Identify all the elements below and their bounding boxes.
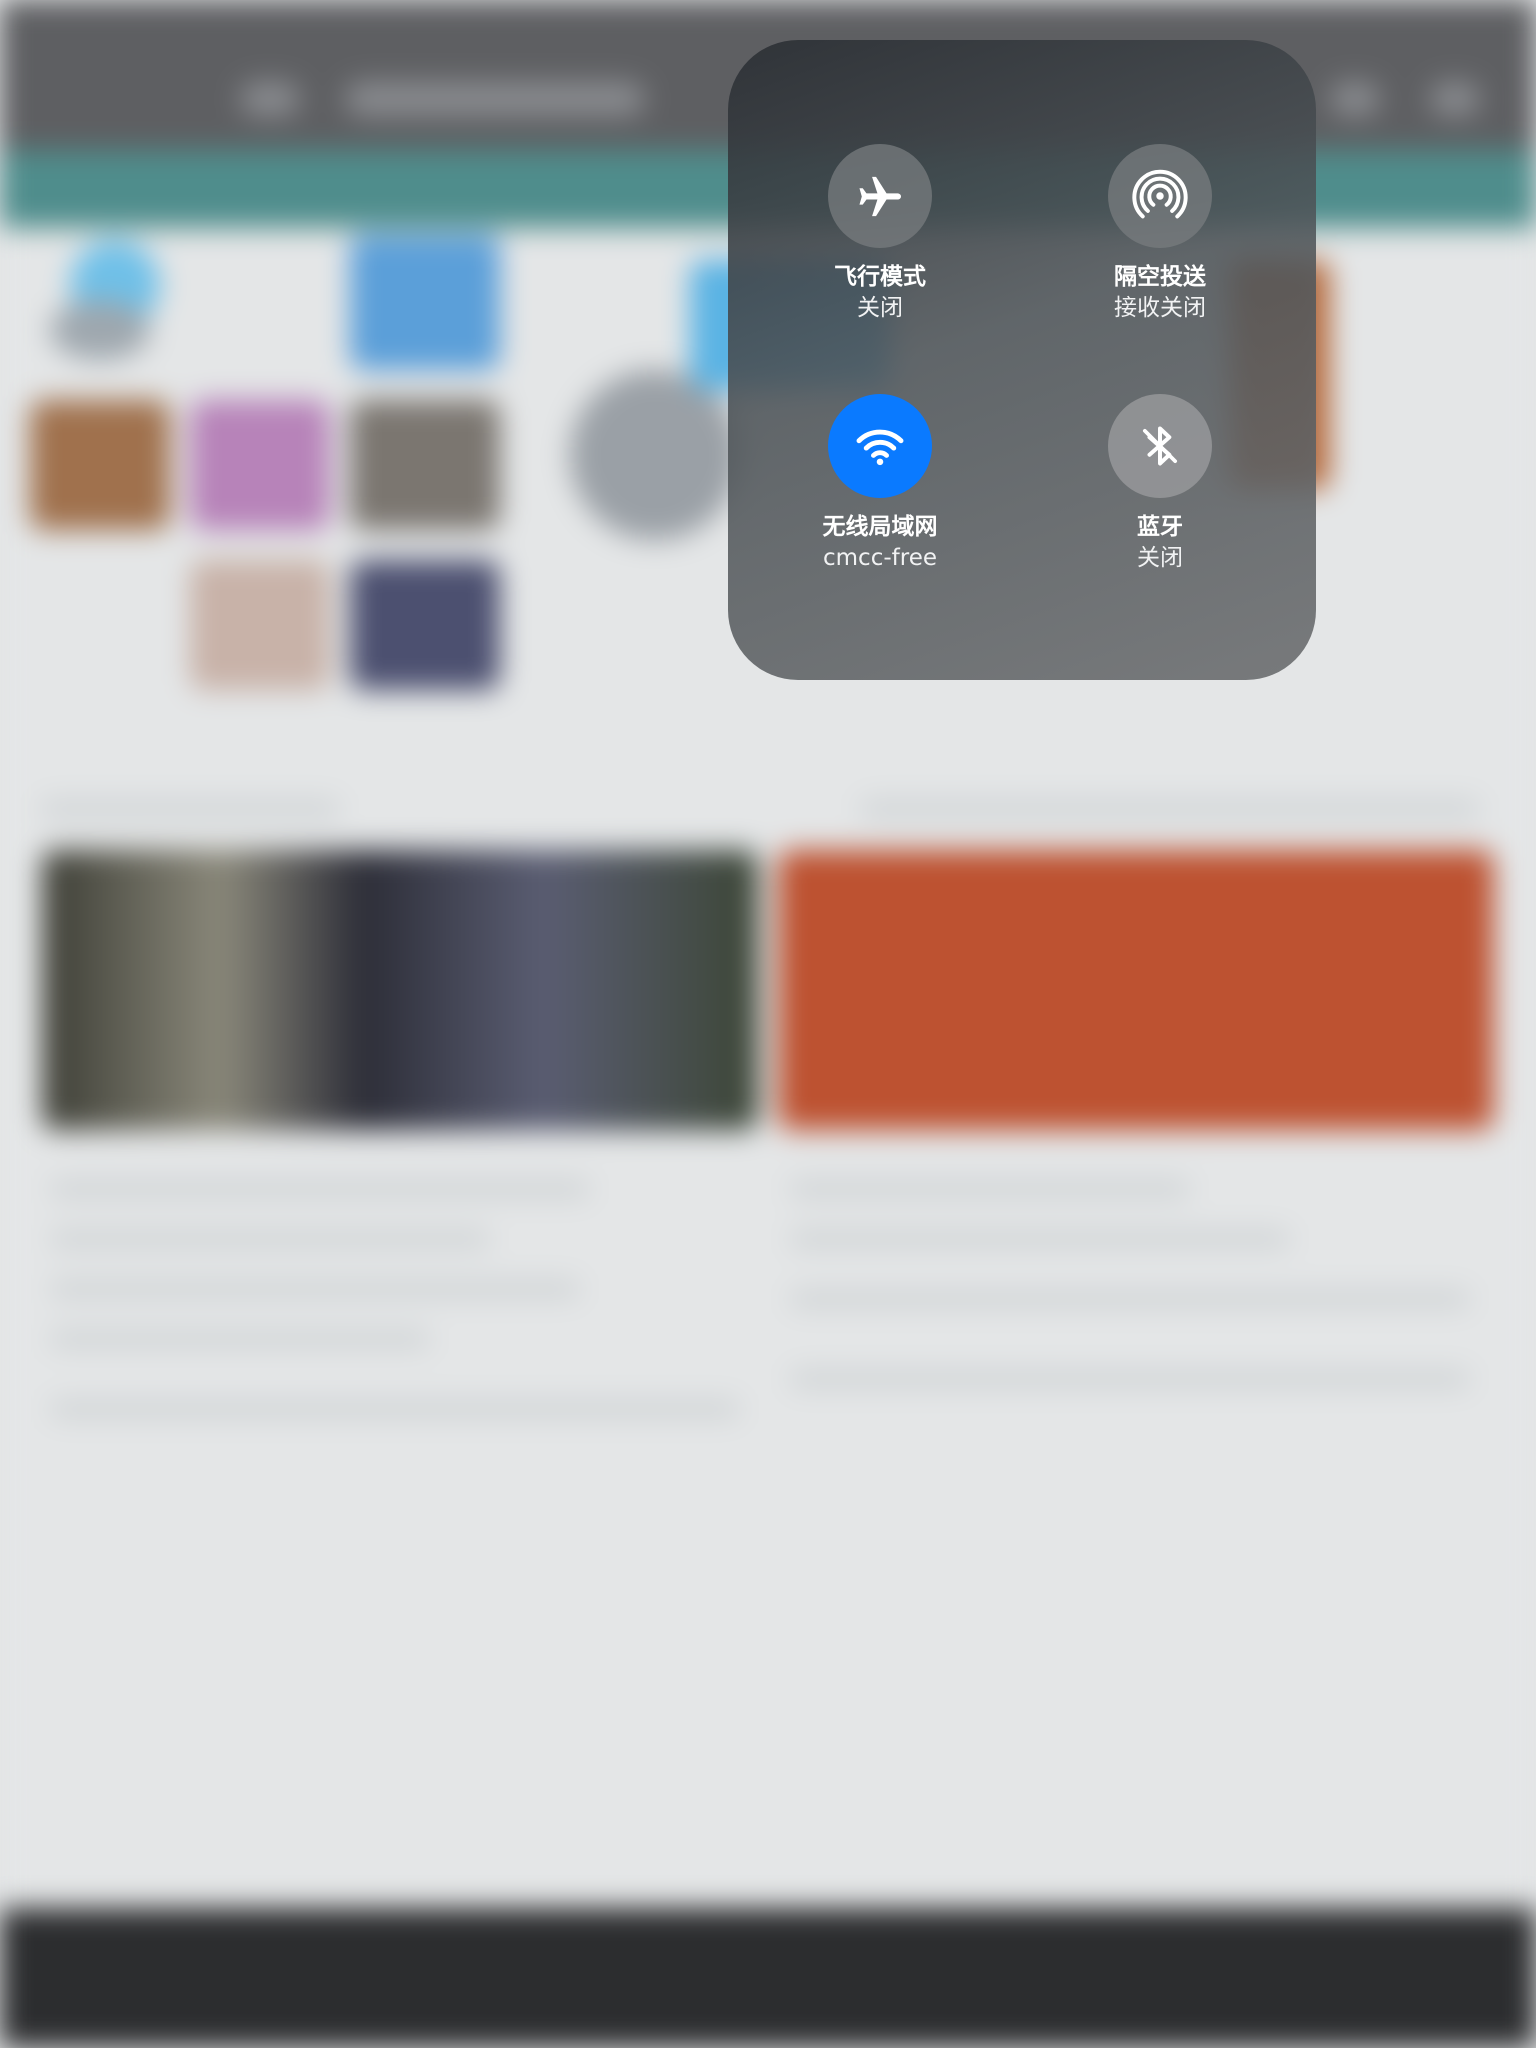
background-blob <box>778 850 1494 1130</box>
wifi-icon <box>852 418 908 474</box>
connectivity-panel: 飞行模式 关闭 隔空投送 接收关闭 无线局域网 cmcc-free 蓝牙 关闭 <box>728 40 1316 680</box>
airplane-mode-button[interactable] <box>828 144 932 248</box>
bluetooth-toggle[interactable]: 蓝牙 关闭 <box>1050 394 1270 574</box>
background-text-line <box>50 1280 580 1298</box>
background-blob <box>570 370 740 540</box>
background-blob <box>42 850 758 1130</box>
background-text-line <box>790 1230 1290 1248</box>
bluetooth-label: 蓝牙 <box>1137 514 1183 540</box>
background-blob <box>30 400 170 530</box>
wifi-toggle[interactable]: 无线局域网 cmcc-free <box>770 394 990 574</box>
bluetooth-button[interactable] <box>1108 394 1212 498</box>
background-toolbar-shape <box>1430 82 1480 116</box>
wifi-button[interactable] <box>828 394 932 498</box>
background-text-line <box>860 800 1480 818</box>
wifi-network-name: cmcc-free <box>823 545 937 571</box>
airplane-mode-toggle[interactable]: 飞行模式 关闭 <box>770 144 990 324</box>
airplane-mode-status: 关闭 <box>857 295 903 321</box>
bluetooth-status: 关闭 <box>1137 545 1183 571</box>
background-text-line <box>790 1370 1470 1388</box>
background-toolbar-shape <box>0 1908 1536 2048</box>
airdrop-icon <box>1132 168 1188 224</box>
background-blob <box>190 560 330 690</box>
background-text-line <box>790 1180 1190 1198</box>
background-blob <box>50 300 150 360</box>
background-text-line <box>50 1230 490 1248</box>
bluetooth-off-icon <box>1132 418 1188 474</box>
airdrop-toggle[interactable]: 隔空投送 接收关闭 <box>1050 144 1270 324</box>
background-blob <box>350 560 500 690</box>
background-text-line <box>50 1330 430 1348</box>
background-text-line <box>50 1400 740 1418</box>
airdrop-button[interactable] <box>1108 144 1212 248</box>
airplane-mode-label: 飞行模式 <box>834 264 926 290</box>
background-blob <box>350 235 500 370</box>
background-blob <box>190 400 330 530</box>
wifi-label: 无线局域网 <box>822 514 938 540</box>
background-toolbar-shape <box>240 82 300 116</box>
background-text-line <box>790 1290 1470 1308</box>
background-address-bar <box>345 82 645 116</box>
background-text-line <box>50 1180 590 1198</box>
background-text-line <box>40 800 340 818</box>
airdrop-label: 隔空投送 <box>1114 264 1206 290</box>
airdrop-status: 接收关闭 <box>1114 295 1206 321</box>
background-blob <box>350 400 500 530</box>
background-toolbar-shape <box>1330 82 1380 116</box>
airplane-icon <box>852 168 908 224</box>
